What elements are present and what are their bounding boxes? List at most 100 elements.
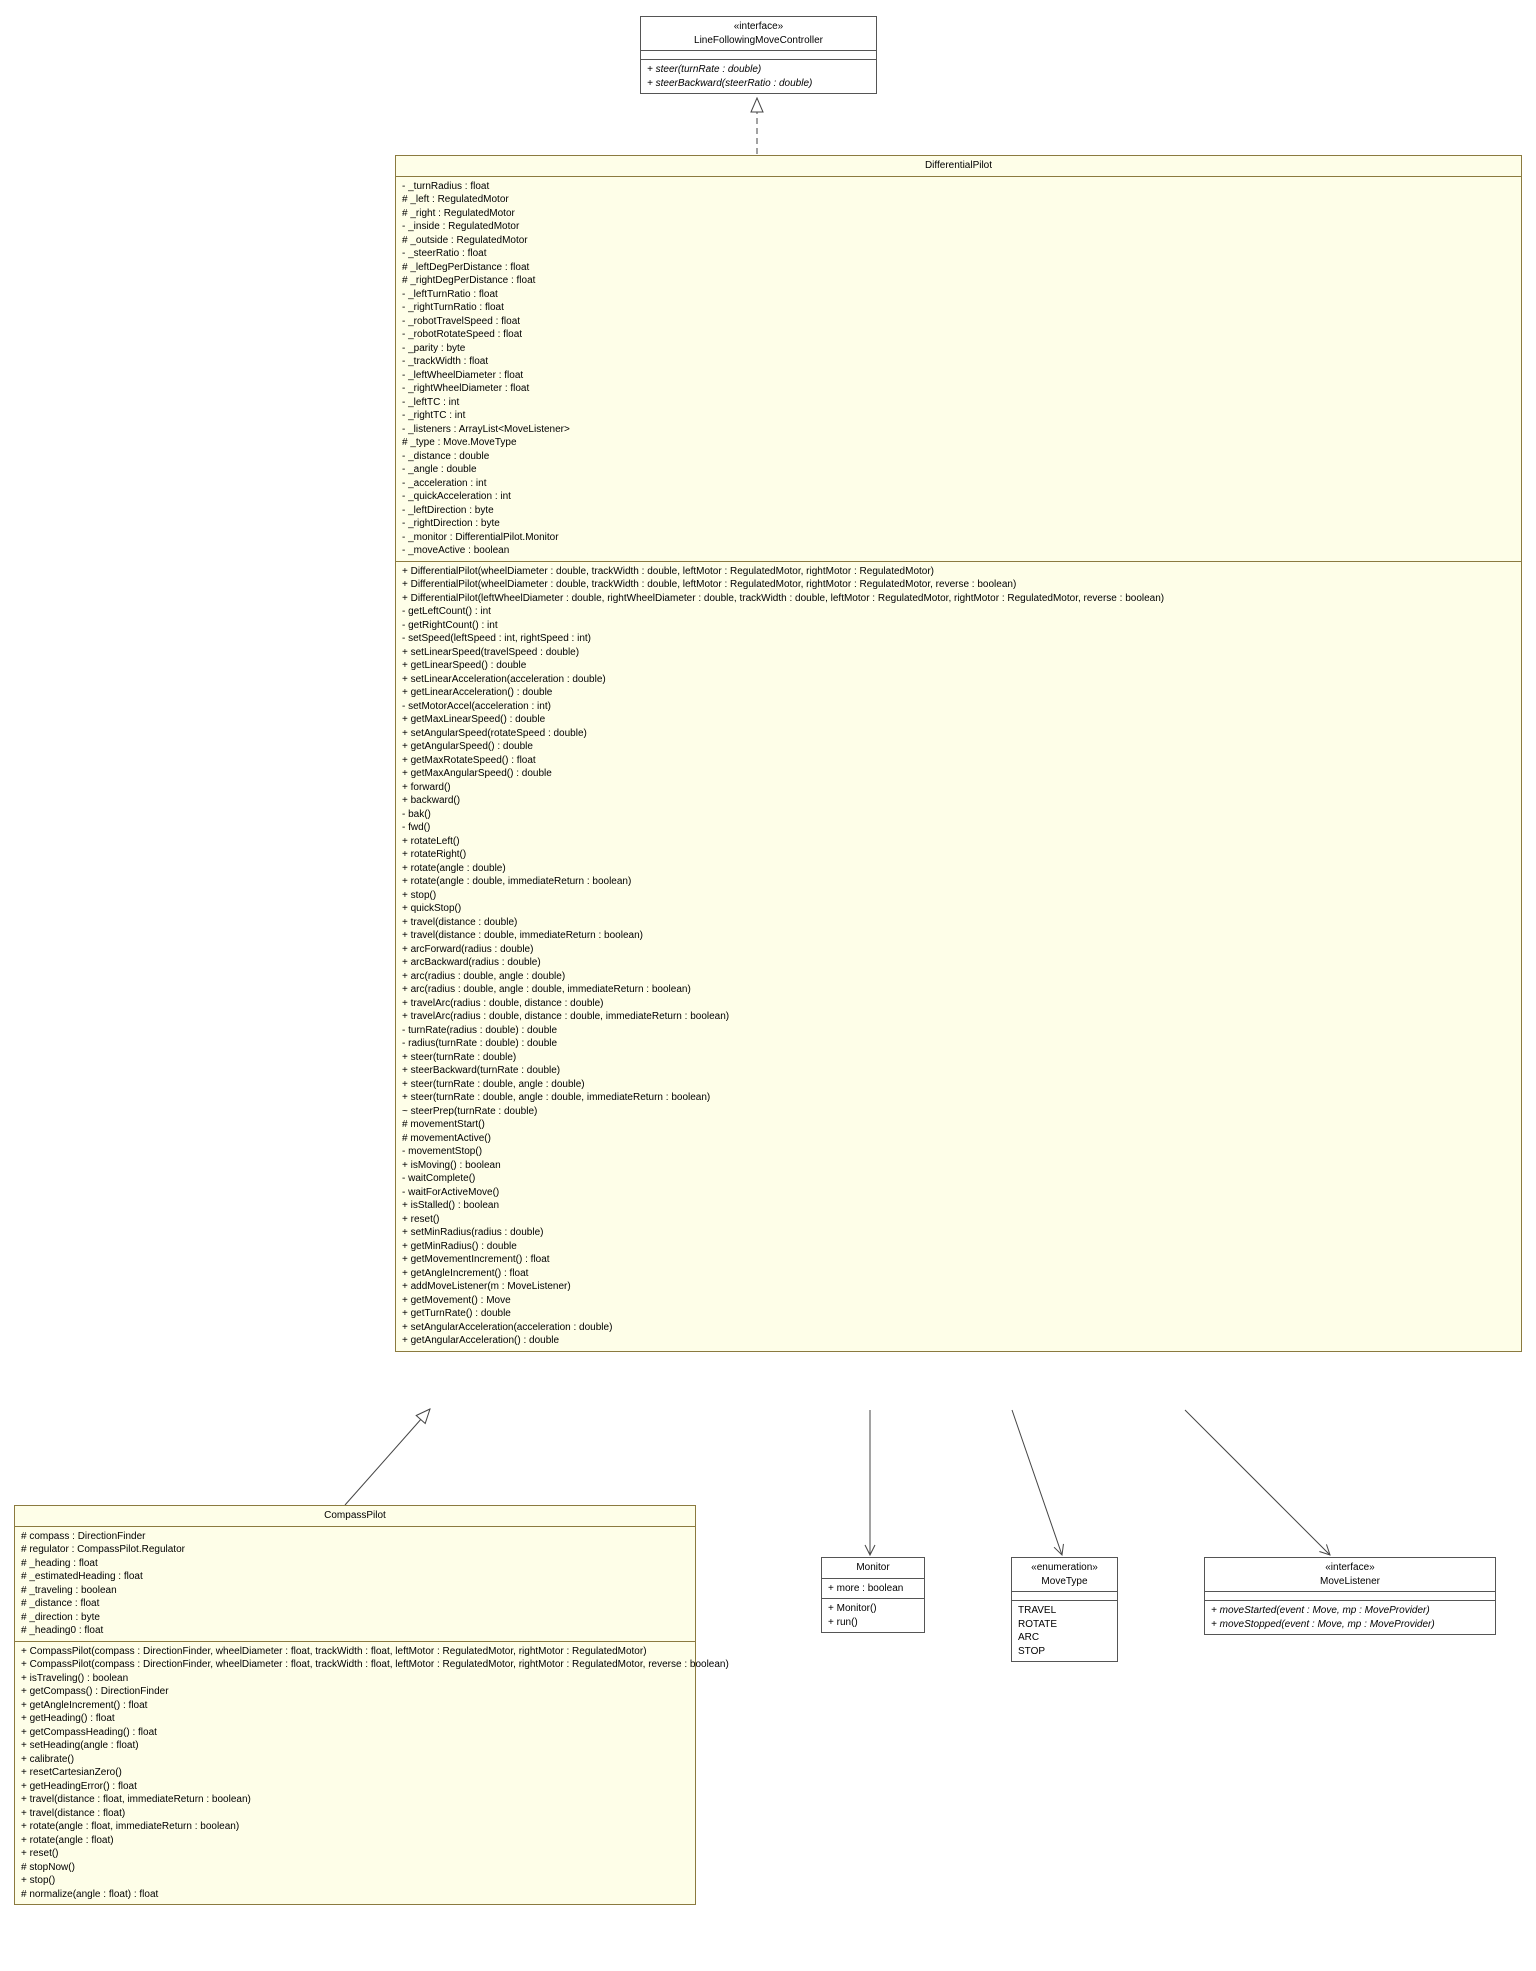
member-row: + getMovement() : Move — [402, 1294, 1515, 1308]
member-row: - _rightDirection : byte — [402, 517, 1515, 531]
member-row: + travel(distance : float, immediateRetu… — [21, 1793, 689, 1807]
member-row: + isStalled() : boolean — [402, 1199, 1515, 1213]
member-row: + quickStop() — [402, 902, 1515, 916]
member-row: - getLeftCount() : int — [402, 605, 1515, 619]
member-row: # _traveling : boolean — [21, 1584, 689, 1598]
member-row: + arc(radius : double, angle : double, i… — [402, 983, 1515, 997]
member-row: ~ steerPrep(turnRate : double) — [402, 1105, 1515, 1119]
member-row: + steer(turnRate : double, angle : doubl… — [402, 1091, 1515, 1105]
member-row: + CompassPilot(compass : DirectionFinder… — [21, 1645, 689, 1659]
class-compasspilot: CompassPilot # compass : DirectionFinder… — [14, 1505, 696, 1905]
member-row: + reset() — [402, 1213, 1515, 1227]
member-row: + getMinRadius() : double — [402, 1240, 1515, 1254]
class-monitor: Monitor + more : boolean + Monitor() + r… — [821, 1557, 925, 1633]
member-row: # _distance : float — [21, 1597, 689, 1611]
member-row: + steerBackward(turnRate : double) — [402, 1064, 1515, 1078]
member-row: + setLinearAcceleration(acceleration : d… — [402, 673, 1515, 687]
attrs-empty — [641, 51, 876, 60]
member-row: + getLinearAcceleration() : double — [402, 686, 1515, 700]
member-row: - _moveActive : boolean — [402, 544, 1515, 558]
member-row: + isTraveling() : boolean — [21, 1672, 689, 1686]
member-row: + getAngularSpeed() : double — [402, 740, 1515, 754]
title: «enumeration» MoveType — [1012, 1558, 1117, 1592]
member-row: + setHeading(angle : float) — [21, 1739, 689, 1753]
member-row: - _leftTurnRatio : float — [402, 288, 1515, 302]
member-row: + reset() — [21, 1847, 689, 1861]
member-row: - _robotRotateSpeed : float — [402, 328, 1515, 342]
member-row: - fwd() — [402, 821, 1515, 835]
member-row: # _outside : RegulatedMotor — [402, 234, 1515, 248]
member-row: # _heading : float — [21, 1557, 689, 1571]
title: DifferentialPilot — [396, 156, 1521, 177]
ops: + steer(turnRate : double) + steerBackwa… — [641, 60, 876, 93]
member-row: + travel(distance : double, immediateRet… — [402, 929, 1515, 943]
title: CompassPilot — [15, 1506, 695, 1527]
title: Monitor — [822, 1558, 924, 1579]
member-row: + resetCartesianZero() — [21, 1766, 689, 1780]
member-row: + DifferentialPilot(wheelDiameter : doub… — [402, 578, 1515, 592]
vals: TRAVEL ROTATE ARC STOP — [1012, 1601, 1117, 1661]
member-row: # compass : DirectionFinder — [21, 1530, 689, 1544]
member-row: - _leftWheelDiameter : float — [402, 369, 1515, 383]
member-row: + setMinRadius(radius : double) — [402, 1226, 1515, 1240]
member-row: # regulator : CompassPilot.Regulator — [21, 1543, 689, 1557]
attrs: # compass : DirectionFinder# regulator :… — [15, 1527, 695, 1642]
enum-movetype: «enumeration» MoveType TRAVEL ROTATE ARC… — [1011, 1557, 1118, 1662]
member-row: + addMoveListener(m : MoveListener) — [402, 1280, 1515, 1294]
ops: + Monitor() + run() — [822, 1599, 924, 1632]
member-row: - _turnRadius : float — [402, 180, 1515, 194]
member-row: + rotate(angle : float, immediateReturn … — [21, 1820, 689, 1834]
member-row: - movementStop() — [402, 1145, 1515, 1159]
member-row: + getHeadingError() : float — [21, 1780, 689, 1794]
member-row: + travelArc(radius : double, distance : … — [402, 997, 1515, 1011]
member-row: # normalize(angle : float) : float — [21, 1888, 689, 1902]
ops: + moveStarted(event : Move, mp : MovePro… — [1205, 1601, 1495, 1634]
member-row: + rotate(angle : float) — [21, 1834, 689, 1848]
ops: + CompassPilot(compass : DirectionFinder… — [15, 1642, 695, 1905]
class-differentialpilot: DifferentialPilot - _turnRadius : float #… — [395, 155, 1522, 1352]
member-row: + steer(turnRate : double, angle : doubl… — [402, 1078, 1515, 1092]
member-row: + getMaxLinearSpeed() : double — [402, 713, 1515, 727]
member-row: + steer(turnRate : double) — [402, 1051, 1515, 1065]
member-row: + getAngleIncrement() : float — [402, 1267, 1515, 1281]
member-row: + travel(distance : float) — [21, 1807, 689, 1821]
member-row: + getMovementIncrement() : float — [402, 1253, 1515, 1267]
member-row: - _angle : double — [402, 463, 1515, 477]
member-row: + forward() — [402, 781, 1515, 795]
member-row: # stopNow() — [21, 1861, 689, 1875]
member-row: + getAngleIncrement() : float — [21, 1699, 689, 1713]
member-row: + rotateLeft() — [402, 835, 1515, 849]
member-row: - radius(turnRate : double) : double — [402, 1037, 1515, 1051]
member-row: - _leftTC : int — [402, 396, 1515, 410]
member-row: # _direction : byte — [21, 1611, 689, 1625]
member-row: + getAngularAcceleration() : double — [402, 1334, 1515, 1348]
member-row: + rotate(angle : double, immediateReturn… — [402, 875, 1515, 889]
member-row: + CompassPilot(compass : DirectionFinder… — [21, 1658, 689, 1672]
title: «interface» MoveListener — [1205, 1558, 1495, 1592]
member-row: - setSpeed(leftSpeed : int, rightSpeed :… — [402, 632, 1515, 646]
member-row: + arcForward(radius : double) — [402, 943, 1515, 957]
member-row: + travelArc(radius : double, distance : … — [402, 1010, 1515, 1024]
member-row: + isMoving() : boolean — [402, 1159, 1515, 1173]
member-row: + backward() — [402, 794, 1515, 808]
member-row: + stop() — [21, 1874, 689, 1888]
member-row: + setLinearSpeed(travelSpeed : double) — [402, 646, 1515, 660]
member-row: - _trackWidth : float — [402, 355, 1515, 369]
member-row: # _heading0 : float — [21, 1624, 689, 1638]
member-row: + travel(distance : double) — [402, 916, 1515, 930]
interface-movelistener: «interface» MoveListener + moveStarted(e… — [1204, 1557, 1496, 1635]
member-row: - _inside : RegulatedMotor — [402, 220, 1515, 234]
member-row: # movementStart() — [402, 1118, 1515, 1132]
member-row: + getCompass() : DirectionFinder — [21, 1685, 689, 1699]
member-row: - _monitor : DifferentialPilot.Monitor — [402, 531, 1515, 545]
member-row: + DifferentialPilot(wheelDiameter : doub… — [402, 565, 1515, 579]
member-row: + rotateRight() — [402, 848, 1515, 862]
member-row: + arcBackward(radius : double) — [402, 956, 1515, 970]
member-row: # _leftDegPerDistance : float — [402, 261, 1515, 275]
member-row: - waitForActiveMove() — [402, 1186, 1515, 1200]
member-row: + getTurnRate() : double — [402, 1307, 1515, 1321]
member-row: + arc(radius : double, angle : double) — [402, 970, 1515, 984]
member-row: # _right : RegulatedMotor — [402, 207, 1515, 221]
member-row: + getMaxAngularSpeed() : double — [402, 767, 1515, 781]
member-row: - _steerRatio : float — [402, 247, 1515, 261]
